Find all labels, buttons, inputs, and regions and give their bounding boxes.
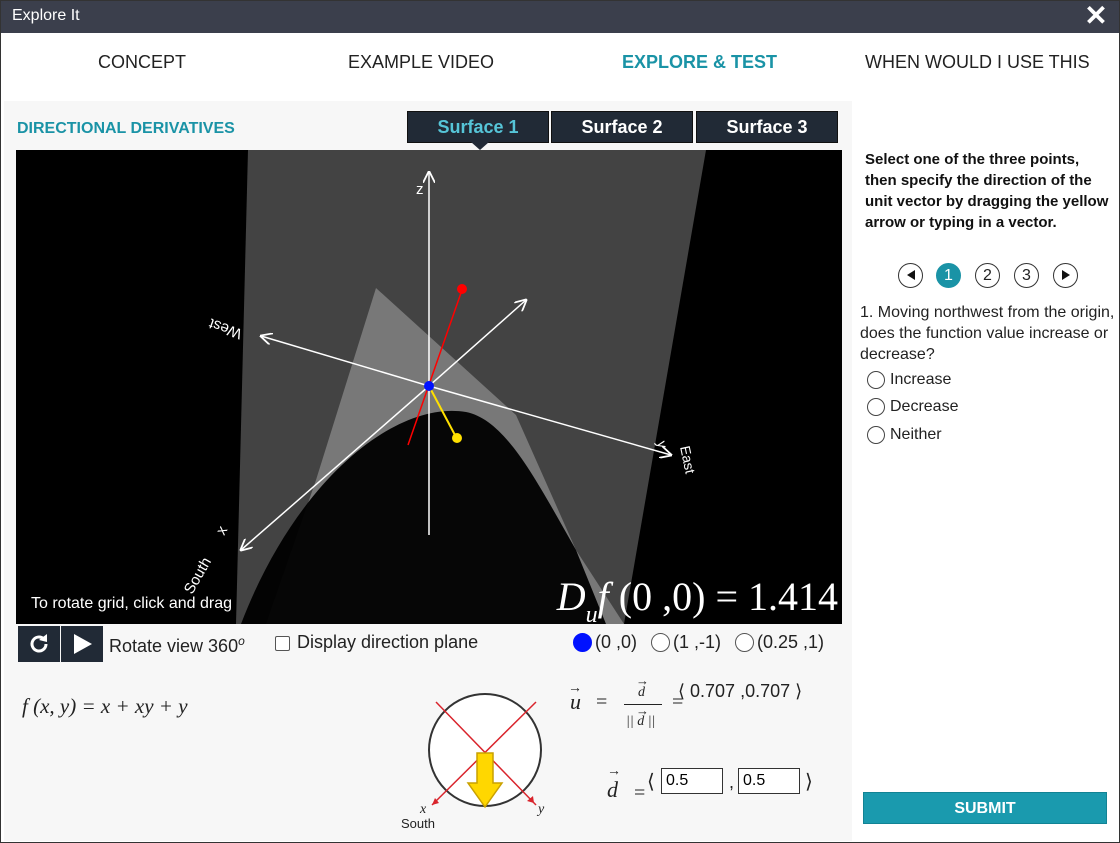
viewer-controls: Rotate view 360o Display direction plane… [16, 625, 842, 663]
formula-value: 1.414 [748, 574, 838, 619]
function-definition: f (x, y) = x + xy + y [22, 694, 188, 718]
compass-south-label: South [401, 816, 435, 831]
y-axis-label: y [654, 439, 671, 449]
reset-button[interactable] [18, 626, 60, 662]
formula-equals: = [715, 574, 738, 619]
section-title: DIRECTIONAL DERIVATIVES [17, 120, 235, 137]
option-decrease-label: Decrease [890, 398, 959, 415]
tab-example-video[interactable]: EXAMPLE VIDEO [348, 52, 494, 73]
tab-surface-1[interactable]: Surface 1 [407, 111, 549, 143]
unit-vector-result: ⟨ 0.707 ,0.707 ⟩ [678, 681, 803, 701]
rotate-view-label: Rotate view 360o [109, 634, 245, 657]
tab-surface-2[interactable]: Surface 2 [551, 111, 693, 143]
point-radio-1-neg1[interactable] [651, 633, 670, 652]
d-equals: = [634, 782, 646, 804]
east-axis-label: East [677, 444, 698, 475]
d-symbol: d [607, 777, 618, 802]
tab-explore-test[interactable]: EXPLORE & TEST [622, 52, 777, 73]
d-x-input[interactable] [661, 768, 723, 794]
x-axis-label: x [213, 523, 232, 538]
unit-vector-equation: → u = → d → || d || = ⟨ 0.707 ,0.707 ⟩ [568, 673, 838, 737]
tab-surface-3[interactable]: Surface 3 [696, 111, 838, 143]
question-text: 1. Moving northwest from the origin, doe… [860, 304, 1115, 363]
active-surface-caret [471, 142, 489, 150]
point-radio-025-1[interactable] [735, 633, 754, 652]
step-1[interactable]: 1 [936, 263, 961, 288]
surface-plot: z West East y x South [181, 150, 706, 624]
u-equals: = [596, 691, 608, 713]
d-y-input[interactable] [738, 768, 800, 794]
z-axis-label: z [416, 181, 424, 198]
option-decrease-radio[interactable] [867, 398, 885, 416]
display-direction-plane-checkbox[interactable] [275, 636, 290, 651]
main-tabs: CONCEPT EXAMPLE VIDEO EXPLORE & TEST WHE… [1, 34, 1119, 96]
step-2[interactable]: 2 [975, 263, 1000, 288]
formula-f: f [597, 574, 609, 619]
formula-d: D [556, 574, 586, 619]
window-title: Explore It [12, 7, 80, 24]
prev-step-button[interactable] [898, 263, 923, 288]
display-direction-plane-label: Display direction plane [297, 632, 479, 652]
denominator-norm: || d || [626, 714, 656, 729]
west-axis-label: West [206, 314, 244, 342]
d-close-bracket: ⟩ [805, 771, 813, 793]
option-increase-radio[interactable] [867, 371, 885, 389]
explore-it-window: Explore It ✕ CONCEPT EXAMPLE VIDEO EXPLO… [0, 0, 1120, 843]
next-step-button[interactable] [1053, 263, 1078, 288]
play-icon [74, 634, 92, 654]
u-symbol: u [570, 689, 581, 714]
numerator-d: d [638, 685, 645, 700]
formula-u-subscript: u [585, 602, 598, 624]
point-label-0-0: (0 ,0) [595, 632, 638, 652]
step-navigation: 1 2 3 [898, 263, 1098, 289]
selected-point [424, 381, 434, 391]
gradient-handle [457, 284, 467, 294]
point-label-025-1: (0.25 ,1) [757, 632, 825, 652]
title-bar: Explore It ✕ [1, 1, 1119, 33]
directional-derivative-value: Duf (0 ,0) = 1.414 [556, 573, 838, 624]
instructions: Select one of the three points, then spe… [865, 151, 1109, 231]
close-icon[interactable]: ✕ [1083, 2, 1109, 31]
option-increase-label: Increase [890, 371, 952, 388]
point-label-1-neg1: (1 ,-1) [673, 632, 722, 652]
surface-3d-viewer[interactable]: z West East y x South To rotate grid, cl… [16, 150, 842, 624]
rotate-hint: To rotate grid, click and drag [31, 595, 232, 612]
degree-sup: o [238, 634, 245, 648]
option-neither-radio[interactable] [867, 426, 885, 444]
rotate-view-text: Rotate view 360 [109, 636, 239, 656]
tab-when-would-i-use-this[interactable]: WHEN WOULD I USE THIS [865, 52, 1090, 73]
refresh-icon [30, 634, 48, 653]
point-radio-0-0[interactable] [573, 633, 592, 652]
compass-y-label: y [536, 802, 545, 817]
south-axis-label: South [181, 555, 215, 597]
triangle-right-icon [1061, 270, 1070, 280]
compass-x-label: x [419, 802, 427, 817]
tab-concept[interactable]: CONCEPT [98, 52, 186, 73]
submit-button[interactable]: SUBMIT [863, 792, 1107, 824]
play-rotate-button[interactable] [61, 626, 103, 662]
d-comma: , [729, 772, 735, 792]
direction-compass[interactable]: x y South [396, 687, 566, 832]
option-neither-label: Neither [890, 426, 942, 443]
direction-handle [452, 433, 462, 443]
step-3[interactable]: 3 [1014, 263, 1039, 288]
d-open-bracket: ⟨ [647, 771, 655, 793]
formula-point: (0 ,0) [618, 574, 706, 619]
triangle-left-icon [906, 270, 915, 280]
